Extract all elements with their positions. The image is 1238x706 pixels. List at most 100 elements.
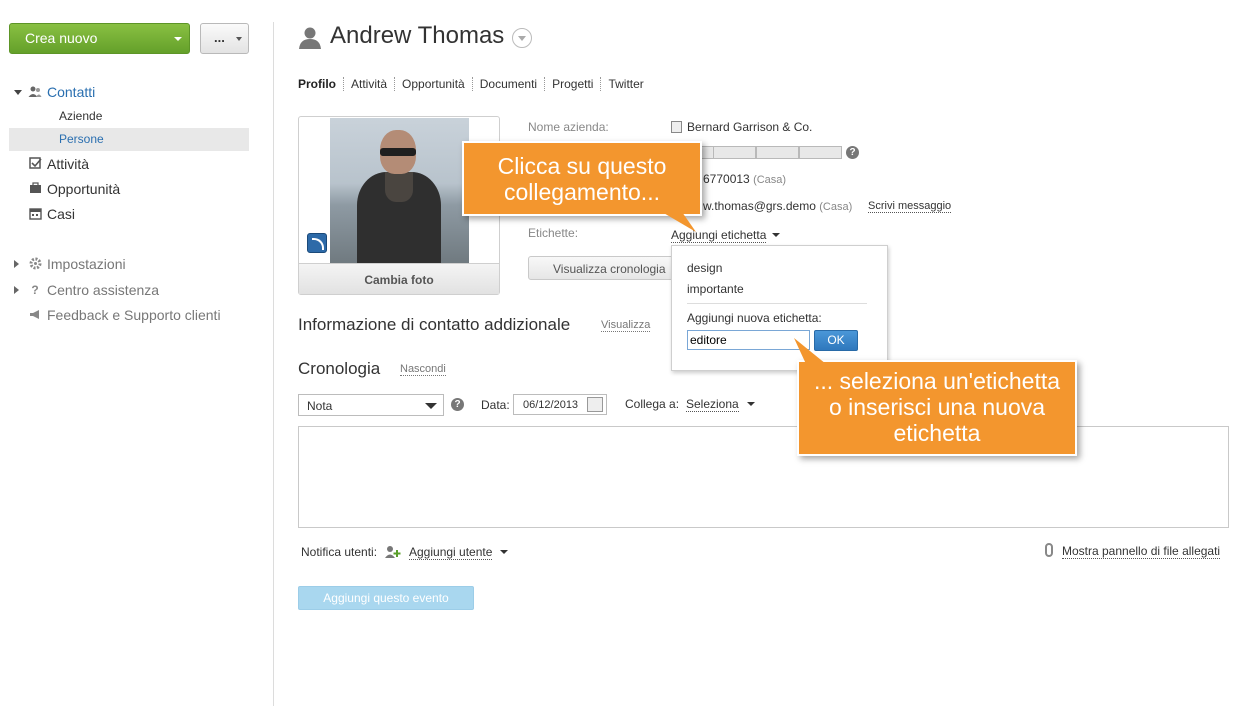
sidebar-item-label: Feedback e Supporto clienti (47, 307, 221, 323)
notify-users-label: Notifica utenti: (301, 545, 378, 559)
tab-profile[interactable]: Profilo (298, 77, 343, 91)
more-actions-label: ... (214, 30, 225, 45)
show-attachments-label: Mostra pannello di file allegati (1062, 544, 1221, 559)
view-history-button[interactable]: Visualizza cronologia (528, 256, 674, 280)
callout-line: ... seleziona un'etichetta (813, 368, 1061, 394)
tutorial-callout-2: ... seleziona un'etichetta o inserisci u… (797, 360, 1077, 456)
note-textarea[interactable] (298, 426, 1229, 528)
sidebar-item-label: Centro assistenza (47, 282, 160, 298)
tags-label: Etichette: (528, 226, 579, 240)
sidebar-item-opportunities[interactable]: Opportunità (9, 179, 249, 201)
company-label: Nome azienda: (528, 120, 609, 134)
help-icon[interactable]: ? (451, 398, 464, 411)
date-field[interactable]: 06/12/2013 (513, 394, 607, 415)
date-label: Data: (481, 398, 510, 412)
person-icon (298, 26, 322, 50)
sidebar-item-companies[interactable]: Aziende (9, 105, 249, 128)
tab-opportunities[interactable]: Opportunità (394, 77, 472, 91)
contact-photo (330, 118, 469, 263)
create-new-label: Crea nuovo (25, 30, 98, 46)
paperclip-icon (1045, 543, 1053, 557)
write-message-link[interactable]: Scrivi messaggio (868, 200, 952, 213)
tab-documents[interactable]: Documenti (471, 77, 544, 91)
help-icon[interactable]: ? (846, 146, 859, 159)
tab-twitter[interactable]: Twitter (600, 77, 650, 91)
create-new-button[interactable]: Crea nuovo (9, 23, 190, 54)
add-event-button[interactable]: Aggiungi questo evento (298, 586, 474, 610)
sidebar-divider (273, 22, 274, 706)
phone-type: (Casa) (753, 174, 787, 186)
sidebar-item-people[interactable]: Persone (9, 128, 249, 151)
company-name: Bernard Garrison & Co. (687, 120, 813, 134)
chevron-down-icon (746, 402, 755, 406)
link-to-label: Collega a: (625, 397, 680, 411)
company-value[interactable]: Bernard Garrison & Co. (671, 120, 812, 134)
phone-number: 6770013 (703, 172, 750, 186)
callout-pointer (662, 212, 696, 232)
sidebar-item-label: Attività (47, 156, 90, 172)
sidebar-item-cases[interactable]: Casi (9, 204, 249, 226)
tag-dropdown-panel: design importante Aggiungi nuova etichet… (671, 245, 888, 371)
sidebar: Crea nuovo ... Contatti Aziende Persone … (0, 0, 272, 706)
rating-bar[interactable] (700, 146, 842, 159)
tag-option-design[interactable]: design (687, 261, 722, 275)
phone-value: 6770013 (Casa) (703, 172, 786, 186)
title-options-chevron-icon[interactable] (512, 28, 532, 48)
view-additional-info-link[interactable]: Visualizza (601, 319, 651, 332)
add-user-dropdown[interactable]: Aggiungi utente (409, 545, 509, 560)
sidebar-item-label: Aziende (59, 109, 103, 123)
callout-line: o inserisci una nuova (828, 394, 1046, 420)
callout-line: Clicca su questo (497, 153, 667, 179)
social-feed-icon[interactable] (307, 233, 327, 253)
date-value: 06/12/2013 (523, 399, 579, 411)
timeline-title: Cronologia (298, 359, 381, 378)
callout-line: etichetta (893, 420, 981, 446)
add-user-label: Aggiungi utente (409, 545, 493, 560)
add-user-icon (385, 545, 401, 559)
question-mark-icon: ? (31, 283, 39, 297)
email-row: w.thomas@grs.demo (Casa) (703, 199, 852, 213)
more-actions-button[interactable]: ... (200, 23, 249, 54)
link-to-select[interactable]: Seleziona (686, 397, 755, 412)
callout-line: collegamento... (504, 179, 660, 205)
sidebar-item-feedback[interactable]: Feedback e Supporto clienti (9, 305, 249, 327)
calendar-icon (28, 207, 42, 221)
change-photo-button[interactable]: Cambia foto (299, 263, 499, 294)
tab-projects[interactable]: Progetti (544, 77, 600, 91)
link-to-value: Seleziona (686, 397, 739, 412)
chevron-down-icon (772, 233, 781, 237)
divider (687, 303, 867, 304)
gear-icon (28, 257, 42, 271)
email-address[interactable]: w.thomas@grs.demo (703, 199, 816, 213)
sidebar-item-label: Opportunità (47, 181, 121, 197)
sidebar-item-settings[interactable]: Impostazioni (9, 254, 249, 276)
email-type: (Casa) (819, 201, 853, 213)
sidebar-item-label: Contatti (47, 84, 96, 100)
sidebar-item-help-center[interactable]: ? Centro assistenza (9, 280, 249, 302)
megaphone-icon (28, 308, 42, 322)
collapsed-triangle-icon[interactable] (14, 260, 19, 268)
additional-info-title: Informazione di contatto addizionale (298, 315, 571, 334)
new-tag-label: Aggiungi nuova etichetta: (687, 311, 822, 325)
tag-option-importante[interactable]: importante (687, 282, 744, 296)
hide-timeline-link[interactable]: Nascondi (400, 363, 446, 376)
tab-activities[interactable]: Attività (343, 77, 394, 91)
sidebar-item-activities[interactable]: Attività (9, 154, 249, 176)
callout-pointer (794, 338, 826, 364)
collapsed-triangle-icon[interactable] (14, 286, 19, 294)
briefcase-icon (28, 182, 42, 196)
show-attachments-link[interactable]: Mostra pannello di file allegati (1062, 544, 1221, 559)
profile-tabs: Profilo Attività Opportunità Documenti Proge… (298, 77, 651, 93)
tutorial-callout-1: Clicca su questo collegamento... (462, 141, 702, 216)
chevron-down-icon (174, 37, 182, 41)
contacts-icon (28, 85, 42, 99)
sidebar-item-label: Casi (47, 206, 76, 222)
page-title: Andrew Thomas (330, 22, 505, 49)
building-icon (671, 121, 682, 133)
chevron-down-icon (500, 550, 509, 554)
calendar-icon[interactable] (587, 397, 603, 412)
expanded-triangle-icon[interactable] (14, 90, 22, 95)
sidebar-item-contacts[interactable]: Contatti (9, 82, 249, 104)
chevron-down-icon (236, 37, 242, 41)
event-type-select[interactable]: Nota (298, 394, 444, 416)
